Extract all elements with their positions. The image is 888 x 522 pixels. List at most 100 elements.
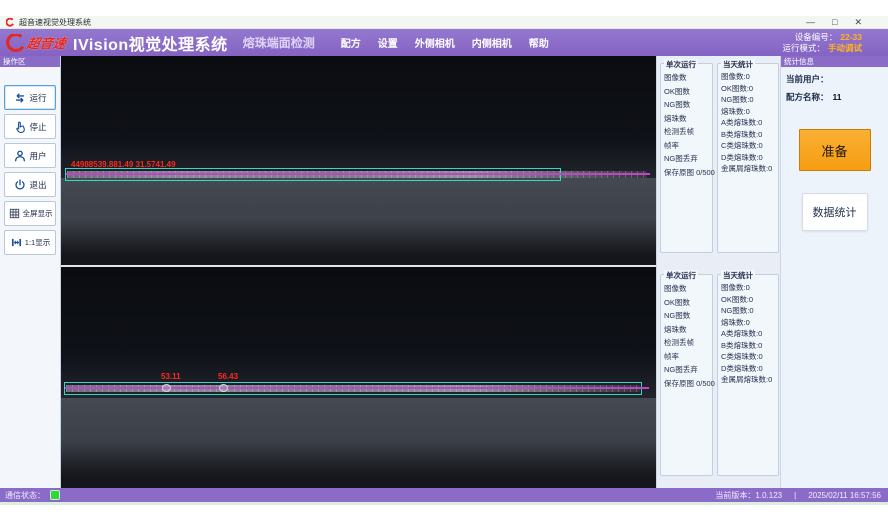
stat-row: 检测丢帧	[664, 336, 709, 350]
stat-row: B类熔珠数:0	[721, 340, 775, 352]
measurement-overlay-text: 44988539.881.49 31.5741.49	[71, 160, 176, 169]
data-statistics-button[interactable]: 数据统计	[802, 193, 868, 231]
stat-row: 检测丢帧	[664, 125, 709, 139]
stat-row: 金属屑熔珠数:0	[721, 374, 775, 386]
statusbar-datetime: 2025/02/11 16:57:56	[808, 491, 881, 500]
statistics-column: 单次运行 图像数OK图数NG图数熔珠数检测丢帧帧率NG图丢弃保存原图 0/500…	[656, 56, 780, 488]
maximize-button[interactable]: □	[832, 16, 837, 29]
menu-item[interactable]: 设置	[378, 35, 398, 50]
menu-item[interactable]: 内侧相机	[472, 35, 512, 50]
close-button[interactable]: ✕	[854, 16, 862, 29]
exit-button[interactable]: 退出	[4, 172, 56, 197]
stat-row: D类熔珠数:0	[721, 152, 775, 164]
operation-area-title: 操作区	[0, 56, 60, 67]
power-icon	[13, 178, 27, 192]
stat-row: 金属屑熔珠数:0	[721, 163, 775, 175]
image-gradient	[61, 398, 656, 468]
measurement-overlay-text: 56.43	[218, 372, 238, 381]
single-run-group: 单次运行 图像数OK图数NG图数熔珠数检测丢帧帧率NG图丢弃保存原图 0/500	[660, 63, 713, 253]
stat-row: 保存原图 0/500	[664, 377, 709, 391]
comm-status-label: 通信状态：	[5, 490, 45, 501]
camera-view-area: 44988539.881.49 31.5741.49 53.11 56.43	[61, 56, 656, 488]
fullscreen-button[interactable]: 全屏显示	[4, 201, 56, 226]
recipe-name-label: 配方名称：	[786, 92, 829, 102]
minimize-button[interactable]: —	[806, 16, 815, 29]
run-button-label: 运行	[29, 92, 46, 104]
device-number-label: 设备编号：	[795, 32, 838, 42]
stat-row: OK图数	[664, 296, 709, 310]
one-to-one-button-label: 1:1显示	[25, 237, 50, 248]
stop-button[interactable]: 停止	[4, 114, 56, 139]
outer-camera-view[interactable]: 44988539.881.49 31.5741.49	[61, 56, 656, 265]
stat-row: 图像数	[664, 71, 709, 85]
current-user-label: 当前用户：	[786, 74, 829, 84]
window-titlebar: 超音速视觉处理系统 — □ ✕	[0, 16, 888, 29]
stat-row: 图像数	[664, 282, 709, 296]
stat-row: 帧率	[664, 139, 709, 153]
brand-swoosh-icon	[6, 34, 26, 52]
measure-line	[66, 173, 650, 175]
stat-row: OK图数:0	[721, 294, 775, 306]
stat-row: NG图丢弃	[664, 363, 709, 377]
device-number-value: 22-33	[840, 32, 862, 42]
one-to-one-icon	[10, 236, 23, 249]
daily-stats-title: 当天统计	[721, 270, 755, 281]
daily-stats-group: 当天统计 图像数:0OK图数:0NG图数:0熔珠数:0A类熔珠数:0B类熔珠数:…	[717, 274, 779, 476]
stat-row: 熔珠数	[664, 112, 709, 126]
statusbar-separator: |	[794, 491, 796, 500]
image-gradient	[61, 178, 656, 250]
single-run-title: 单次运行	[664, 59, 698, 70]
run-button[interactable]: 运行	[4, 85, 56, 110]
version-value: 1.0.123	[755, 491, 782, 500]
window-bottom-edge	[0, 502, 888, 505]
stat-row: A类熔珠数:0	[721, 117, 775, 129]
measure-line	[65, 387, 649, 389]
stats-section-top: 单次运行 图像数OK图数NG图数熔珠数检测丢帧帧率NG图丢弃保存原图 0/500…	[657, 56, 781, 265]
menu-item[interactable]: 配方	[341, 35, 361, 50]
stat-row: NG图数:0	[721, 305, 775, 317]
stat-row: 帧率	[664, 350, 709, 364]
one-to-one-button[interactable]: 1:1显示	[4, 230, 56, 255]
stop-hand-icon	[13, 120, 27, 134]
run-icon	[13, 91, 27, 105]
stat-row: 熔珠数:0	[721, 106, 775, 118]
user-button-label: 用户	[29, 150, 46, 162]
prepare-button[interactable]: 准备	[799, 129, 871, 171]
stat-row: OK图数:0	[721, 83, 775, 95]
stop-button-label: 停止	[29, 121, 46, 133]
stat-row: B类熔珠数:0	[721, 129, 775, 141]
defect-marker	[162, 384, 171, 392]
user-button[interactable]: 用户	[4, 143, 56, 168]
device-info: 设备编号：22-33 运行模式：手动调试	[782, 32, 862, 54]
single-run-title: 单次运行	[664, 270, 698, 281]
info-panel-title: 统计信息	[781, 56, 888, 67]
stat-row: C类熔珠数:0	[721, 351, 775, 363]
user-icon	[13, 149, 27, 163]
inner-camera-view[interactable]: 53.11 56.43	[61, 267, 656, 488]
brand-logo-text: 超音速	[25, 33, 67, 52]
fullscreen-button-label: 全屏显示	[23, 208, 53, 219]
status-bar: 通信状态： 当前版本：1.0.123 | 2025/02/11 16:57:56	[0, 488, 888, 502]
exit-button-label: 退出	[29, 179, 46, 191]
app-window: 超音速视觉处理系统 — □ ✕ 超音速 IVision视觉处理系统 熔珠端面检测…	[0, 0, 888, 522]
run-mode-value: 手动调试	[828, 43, 862, 53]
app-subtitle: 熔珠端面检测	[243, 34, 315, 51]
stats-section-bottom: 单次运行 图像数OK图数NG图数熔珠数检测丢帧帧率NG图丢弃保存原图 0/500…	[657, 267, 781, 488]
stat-row: 保存原图 0/500	[664, 166, 709, 180]
single-run-group: 单次运行 图像数OK图数NG图数熔珠数检测丢帧帧率NG图丢弃保存原图 0/500	[660, 274, 713, 476]
app-logo-icon	[6, 18, 15, 27]
main-menu: 配方 设置 外侧相机 内侧相机 帮助	[341, 35, 549, 50]
recipe-name-value: 11	[833, 92, 842, 102]
comm-status-indicator	[50, 490, 60, 500]
stat-row: 图像数:0	[721, 71, 775, 83]
defect-marker	[219, 384, 228, 392]
stat-row: OK图数	[664, 85, 709, 99]
version-label: 当前版本：	[715, 491, 755, 500]
window-title: 超音速视觉处理系统	[19, 17, 91, 28]
stat-row: 熔珠数	[664, 323, 709, 337]
menu-item[interactable]: 帮助	[529, 35, 549, 50]
daily-stats-title: 当天统计	[721, 59, 755, 70]
run-mode-label: 运行模式：	[782, 43, 825, 53]
menu-item[interactable]: 外侧相机	[415, 35, 455, 50]
stat-row: NG图数:0	[721, 94, 775, 106]
